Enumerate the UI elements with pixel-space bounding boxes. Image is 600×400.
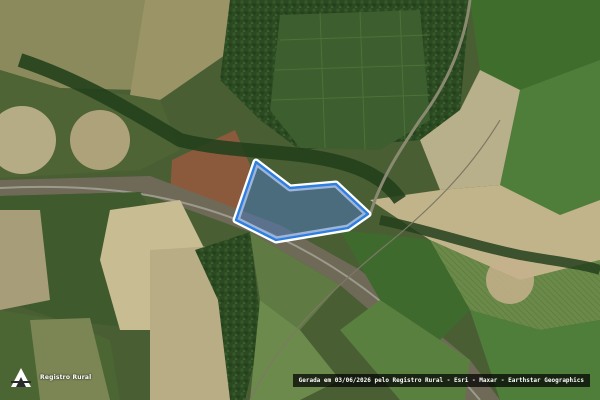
registro-rural-logo-icon <box>11 368 31 387</box>
registro-rural-logo: Registro Rural <box>8 364 91 390</box>
property-parcel <box>234 160 370 242</box>
satellite-map[interactable]: Registro Rural Gerada em 03/06/2026 pelo… <box>0 0 600 400</box>
property-boundary-overlay[interactable] <box>0 0 600 400</box>
logo-text: Registro Rural <box>40 373 92 381</box>
map-attribution: Gerada em 03/06/2026 pelo Registro Rural… <box>292 374 590 387</box>
